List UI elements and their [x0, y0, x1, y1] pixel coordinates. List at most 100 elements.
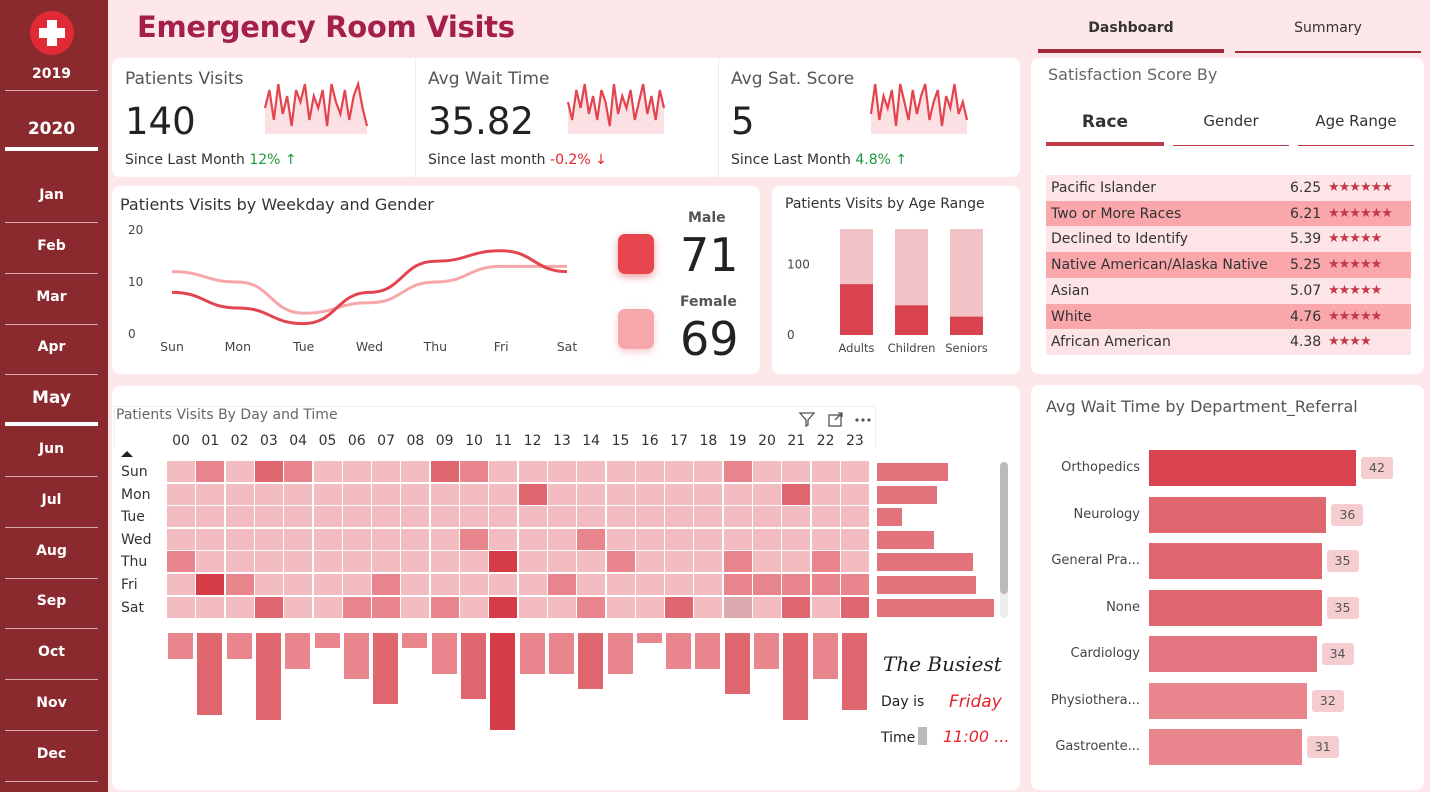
- heatmap-cell[interactable]: [489, 483, 518, 505]
- heatmap-cell[interactable]: [225, 596, 254, 618]
- month-may-button[interactable]: May: [5, 376, 98, 427]
- heatmap-cell[interactable]: [811, 506, 840, 528]
- heatmap-cell[interactable]: [665, 574, 694, 595]
- heatmap-cell[interactable]: [635, 574, 664, 595]
- year-2020-button[interactable]: 2020: [5, 119, 98, 151]
- heatmap-cell[interactable]: [284, 596, 313, 618]
- heatmap-cell[interactable]: [342, 596, 371, 618]
- year-2019-button[interactable]: 2019: [5, 66, 98, 91]
- heatmap-cell[interactable]: [547, 574, 576, 595]
- heatmap-cell[interactable]: [225, 483, 254, 505]
- heatmap-cell[interactable]: [723, 528, 752, 550]
- department-bar[interactable]: [1149, 543, 1322, 579]
- satisfaction-row[interactable]: Asian 5.07 ★★★★★: [1046, 277, 1411, 304]
- heatmap-cell[interactable]: [401, 574, 430, 595]
- heatmap-cell[interactable]: [313, 551, 342, 573]
- heatmap-cell[interactable]: [460, 483, 488, 505]
- heatmap-cell[interactable]: [460, 596, 488, 618]
- heatmap-cell[interactable]: [372, 483, 401, 505]
- heatmap-cell[interactable]: [196, 483, 225, 505]
- heatmap-cell[interactable]: [782, 551, 811, 573]
- heatmap-cell[interactable]: [284, 461, 313, 482]
- heatmap-cell[interactable]: [167, 574, 195, 595]
- heatmap-cell[interactable]: [372, 461, 401, 482]
- heatmap-cell[interactable]: [782, 483, 811, 505]
- heatmap-cell[interactable]: [254, 506, 283, 528]
- department-bar[interactable]: [1149, 450, 1356, 486]
- heatmap-cell[interactable]: [254, 551, 283, 573]
- heatmap-cell[interactable]: [753, 483, 781, 505]
- tab-gender[interactable]: Gender: [1173, 108, 1289, 146]
- heatmap-cell[interactable]: [372, 528, 401, 550]
- heatmap-cell[interactable]: [811, 461, 840, 482]
- heatmap-cell[interactable]: [167, 461, 195, 482]
- heatmap-cell[interactable]: [401, 483, 430, 505]
- satisfaction-row[interactable]: Declined to Identify 5.39 ★★★★★: [1046, 226, 1411, 253]
- heatmap-cell[interactable]: [254, 574, 283, 595]
- department-bar[interactable]: [1149, 636, 1317, 672]
- department-bar[interactable]: [1149, 682, 1307, 719]
- heatmap-cell[interactable]: [401, 461, 430, 482]
- heatmap-cell[interactable]: [840, 551, 869, 573]
- heatmap-cell[interactable]: [547, 506, 576, 528]
- heatmap-cell[interactable]: [840, 461, 869, 482]
- filter-icon[interactable]: [798, 411, 816, 427]
- heatmap-cell[interactable]: [401, 506, 430, 528]
- heatmap-cell[interactable]: [196, 461, 225, 482]
- heatmap-cell[interactable]: [606, 506, 635, 528]
- heatmap-cell[interactable]: [577, 551, 606, 573]
- heatmap-cell[interactable]: [372, 506, 401, 528]
- heatmap-cell[interactable]: [342, 551, 371, 573]
- heatmap-cell[interactable]: [840, 574, 869, 595]
- heatmap-cell[interactable]: [372, 596, 401, 618]
- heatmap-cell[interactable]: [753, 574, 781, 595]
- heatmap-cell[interactable]: [196, 528, 225, 550]
- month-feb-button[interactable]: Feb: [5, 224, 98, 274]
- heatmap-cell[interactable]: [811, 528, 840, 550]
- tab-race[interactable]: Race: [1046, 108, 1164, 146]
- month-oct-button[interactable]: Oct: [5, 630, 98, 681]
- heatmap-cell[interactable]: [606, 551, 635, 573]
- heatmap-cell[interactable]: [547, 461, 576, 482]
- heatmap-cell[interactable]: [635, 461, 664, 482]
- heatmap-cell[interactable]: [167, 551, 195, 573]
- heatmap-cell[interactable]: [665, 461, 694, 482]
- heatmap-cell[interactable]: [342, 574, 371, 595]
- tab-age-range[interactable]: Age Range: [1298, 108, 1414, 146]
- heatmap-cell[interactable]: [635, 596, 664, 618]
- heatmap-cell[interactable]: [723, 461, 752, 482]
- month-jan-button[interactable]: Jan: [5, 173, 98, 223]
- heatmap-cell[interactable]: [489, 574, 518, 595]
- heatmap-cell[interactable]: [460, 574, 488, 595]
- heatmap-cell[interactable]: [723, 574, 752, 595]
- heatmap-cell[interactable]: [430, 528, 459, 550]
- heatmap-cell[interactable]: [342, 506, 371, 528]
- heatmap-cell[interactable]: [225, 461, 254, 482]
- heatmap-cell[interactable]: [167, 506, 195, 528]
- heatmap-cell[interactable]: [811, 596, 840, 618]
- heatmap-cell[interactable]: [313, 574, 342, 595]
- heatmap-cell[interactable]: [225, 528, 254, 550]
- heatmap-cell[interactable]: [547, 528, 576, 550]
- heatmap-cell[interactable]: [665, 506, 694, 528]
- heatmap-cell[interactable]: [342, 528, 371, 550]
- heatmap-cell[interactable]: [577, 461, 606, 482]
- heatmap-cell[interactable]: [489, 551, 518, 573]
- month-mar-button[interactable]: Mar: [5, 275, 98, 325]
- heatmap-cell[interactable]: [196, 551, 225, 573]
- heatmap-cell[interactable]: [811, 483, 840, 505]
- heatmap-cell[interactable]: [401, 596, 430, 618]
- heatmap-cell[interactable]: [665, 551, 694, 573]
- heatmap-cell[interactable]: [372, 574, 401, 595]
- heatmap-cell[interactable]: [665, 483, 694, 505]
- heatmap-cell[interactable]: [723, 483, 752, 505]
- tab-summary[interactable]: Summary: [1235, 20, 1421, 53]
- heatmap-cell[interactable]: [782, 596, 811, 618]
- heatmap-cell[interactable]: [694, 574, 723, 595]
- heatmap-cell[interactable]: [606, 596, 635, 618]
- month-sep-button[interactable]: Sep: [5, 579, 98, 630]
- heatmap-cell[interactable]: [254, 461, 283, 482]
- heatmap-cell[interactable]: [518, 596, 547, 618]
- department-bar[interactable]: [1149, 496, 1327, 533]
- heatmap-cell[interactable]: [694, 461, 723, 482]
